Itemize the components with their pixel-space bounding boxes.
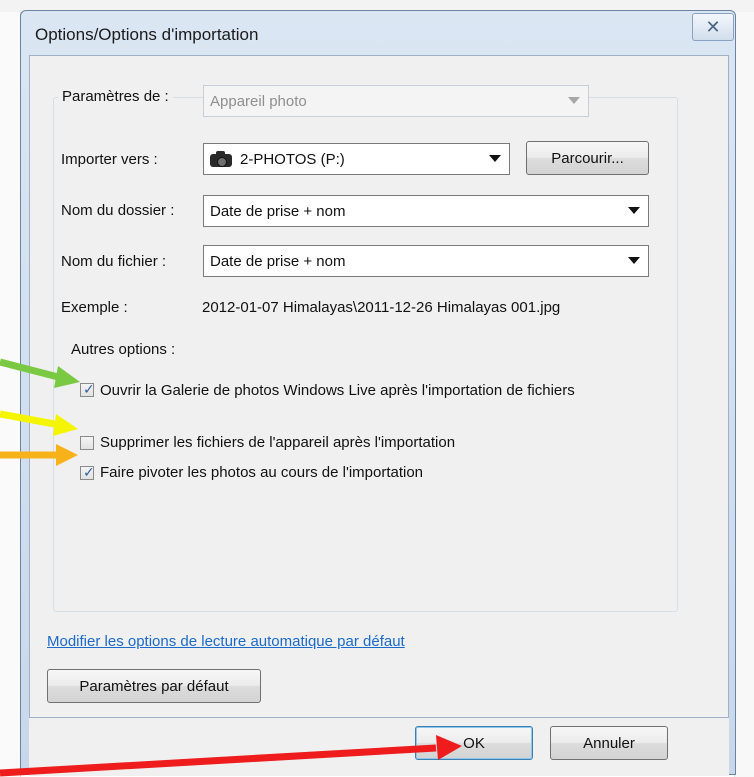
file-name-label: Nom du fichier :	[61, 253, 167, 270]
background-window-left	[0, 12, 21, 777]
file-name-select[interactable]: Date de prise + nom	[203, 245, 649, 277]
cancel-button[interactable]: Annuler	[550, 726, 668, 760]
file-name-value: Date de prise + nom	[210, 252, 346, 270]
dialog-footer: OK Annuler	[29, 718, 729, 776]
settings-source-select: Appareil photo	[203, 85, 589, 117]
chevron-down-icon	[568, 97, 580, 104]
close-icon: ✕	[705, 16, 721, 37]
open-gallery-label: Ouvrir la Galerie de photos Windows Live…	[100, 382, 575, 399]
dialog-title: Options/Options d'importation	[35, 25, 259, 44]
example-label: Exemple :	[61, 299, 128, 316]
background-window-right	[734, 12, 754, 777]
rotate-photos-label: Faire pivoter les photos au cours de l'i…	[100, 464, 424, 481]
import-to-label: Importer vers :	[61, 151, 158, 168]
browse-button[interactable]: Parcourir...	[526, 141, 649, 175]
delete-files-label: Supprimer les fichiers de l'appareil apr…	[100, 434, 456, 451]
import-options-dialog: Options/Options d'importation ✕ Paramètr…	[20, 10, 736, 776]
chevron-down-icon	[628, 207, 640, 214]
folder-name-select[interactable]: Date de prise + nom	[203, 195, 649, 227]
ok-button[interactable]: OK	[415, 726, 533, 760]
settings-source-value: Appareil photo	[210, 92, 307, 110]
folder-name-value: Date de prise + nom	[210, 202, 346, 220]
import-to-select[interactable]: 2-PHOTOS (P:)	[203, 143, 510, 175]
camera-icon	[210, 151, 232, 167]
checkmark-icon: ✓	[83, 381, 95, 397]
settings-label: Paramètres de :	[58, 88, 173, 105]
dialog-content: Paramètres de : Appareil photo Importer …	[29, 55, 729, 718]
autoplay-settings-link[interactable]: Modifier les options de lecture automati…	[47, 633, 405, 650]
chevron-down-icon	[628, 257, 640, 264]
rotate-photos-checkbox[interactable]: ✓	[80, 464, 95, 480]
open-gallery-checkbox[interactable]: ✓	[80, 381, 95, 397]
other-options-label: Autres options :	[71, 341, 176, 358]
import-to-value: 2-PHOTOS (P:)	[240, 150, 345, 168]
delete-files-checkbox[interactable]	[80, 436, 94, 450]
example-value: 2012-01-07 Himalayas\2011-12-26 Himalaya…	[202, 299, 561, 316]
chevron-down-icon	[489, 155, 501, 162]
close-button[interactable]: ✕	[692, 13, 734, 41]
checkmark-icon: ✓	[83, 464, 95, 480]
folder-name-label: Nom du dossier :	[61, 202, 175, 219]
restore-defaults-button[interactable]: Paramètres par défaut	[47, 669, 261, 703]
